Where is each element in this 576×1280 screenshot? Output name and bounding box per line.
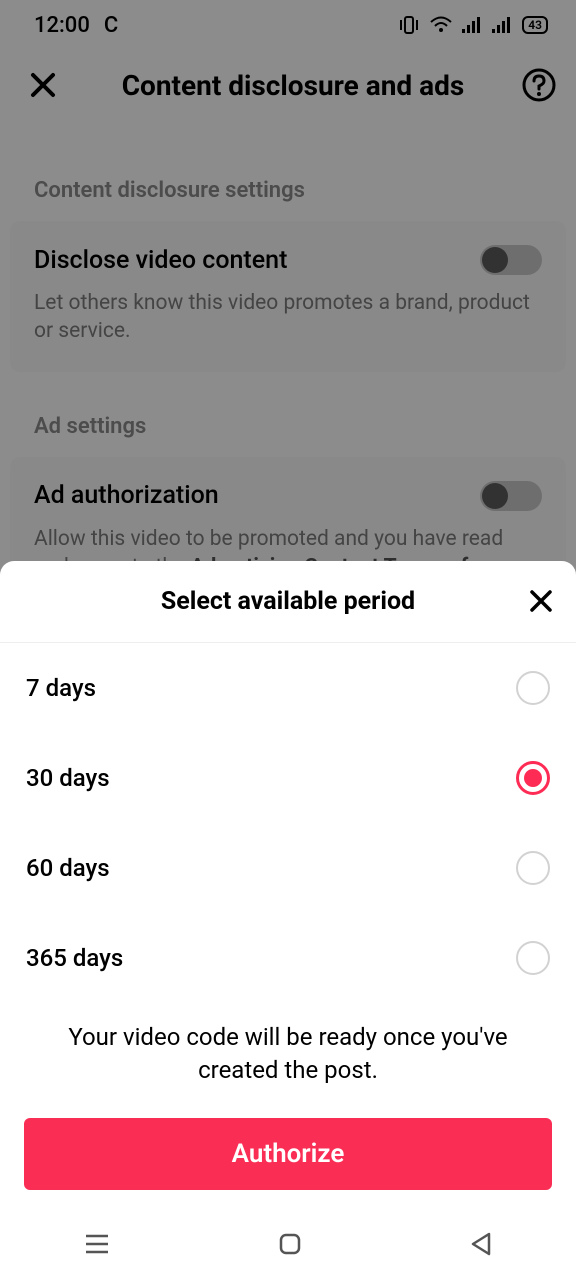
radio-icon[interactable] [516,851,550,885]
status-time: 12:00 [34,13,90,38]
android-navbar [0,1208,576,1280]
close-button[interactable] [30,72,70,98]
help-button[interactable] [516,68,556,102]
period-option-label: 365 days [26,944,123,972]
disclose-card: Disclose video content Let others know t… [10,221,566,372]
period-option[interactable]: 60 days [0,823,576,913]
recents-icon[interactable] [84,1233,110,1255]
signal-icon-2 [492,17,512,33]
vibrate-icon [398,16,420,34]
radio-icon[interactable] [516,671,550,705]
radio-icon[interactable] [516,941,550,975]
wifi-icon [430,16,452,34]
disclose-title: Disclose video content [34,246,287,275]
page-title: Content disclosure and ads [70,69,516,102]
section-content-disclosure: Content disclosure settings [0,120,576,221]
period-option[interactable]: 7 days [0,643,576,733]
period-option[interactable]: 365 days [0,913,576,1003]
section-ad-settings: Ad settings [0,372,576,457]
status-carrier: C [104,13,118,38]
sheet-title: Select available period [161,587,415,616]
radio-icon[interactable] [516,761,550,795]
period-option-label: 60 days [26,854,110,882]
sheet-hint: Your video code will be ready once you'v… [0,1003,576,1118]
authorize-button[interactable]: Authorize [24,1118,552,1190]
period-option[interactable]: 30 days [0,733,576,823]
back-icon[interactable] [470,1232,492,1256]
adauth-title: Ad authorization [34,481,219,510]
period-option-label: 30 days [26,764,110,792]
home-icon[interactable] [278,1232,302,1256]
adauth-toggle[interactable] [480,481,542,511]
battery-icon: 43 [522,16,548,34]
signal-icon [462,17,482,33]
disclose-toggle[interactable] [480,245,542,275]
period-sheet: Select available period 7 days 30 days 60 … [0,561,576,1280]
status-bar: 12:00 C 43 [0,0,576,48]
disclose-subtitle: Let others know this video promotes a br… [34,289,542,346]
page-header: Content disclosure and ads [0,48,576,120]
period-option-label: 7 days [26,674,96,702]
sheet-close-button[interactable] [528,588,554,614]
